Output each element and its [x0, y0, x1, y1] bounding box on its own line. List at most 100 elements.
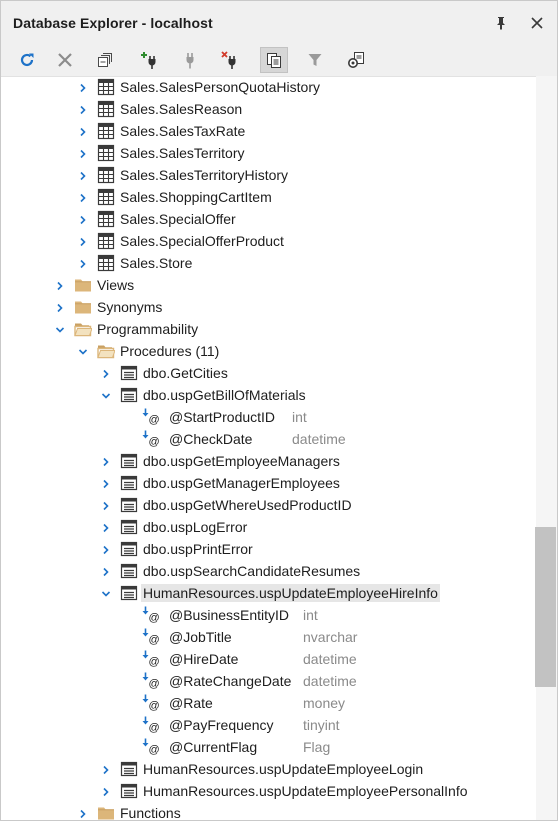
procedure-icon — [120, 782, 138, 800]
svg-text:@: @ — [149, 414, 160, 426]
tree-item-label: Programmability — [97, 321, 199, 337]
tree-item[interactable]: Programmability — [1, 318, 536, 340]
folder-open-icon — [97, 342, 116, 360]
tree-item[interactable]: HumanResources.uspUpdateEmployeePersonal… — [1, 780, 536, 802]
connect-button[interactable] — [176, 47, 204, 73]
chevron-right-icon[interactable] — [77, 191, 89, 203]
tree-item-label: Sales.Store — [120, 255, 193, 271]
chevron-right-icon[interactable] — [100, 543, 112, 555]
chevron-right-icon[interactable] — [54, 301, 66, 313]
scrollbar-thumb[interactable] — [535, 527, 556, 687]
vertical-scrollbar[interactable] — [536, 76, 557, 820]
tree-item[interactable]: Synonyms — [1, 296, 536, 318]
chevron-down-icon[interactable] — [100, 587, 112, 599]
tree-item[interactable]: Sales.SalesTerritory — [1, 142, 536, 164]
svg-text:@: @ — [149, 744, 160, 756]
tree-item[interactable]: @ @PayFrequency tinyint — [1, 714, 536, 736]
tree-item[interactable]: Sales.SalesReason — [1, 98, 536, 120]
chevron-right-icon[interactable] — [100, 521, 112, 533]
tree-item-label: dbo.GetCities — [143, 365, 228, 381]
tree-item-label: @HireDate — [169, 651, 239, 667]
chevron-right-icon[interactable] — [100, 499, 112, 511]
chevron-down-icon[interactable] — [77, 345, 89, 357]
filter-button[interactable] — [301, 47, 329, 73]
tree-item-label: dbo.uspSearchCandidateResumes — [143, 563, 361, 579]
chevron-right-icon[interactable] — [77, 257, 89, 269]
tree-item-label: @PayFrequency — [169, 717, 274, 733]
chevron-right-icon[interactable] — [77, 213, 89, 225]
plug-icon — [180, 50, 200, 70]
tree-item[interactable]: dbo.uspPrintError — [1, 538, 536, 560]
tree-item[interactable]: dbo.GetCities — [1, 362, 536, 384]
tree-item[interactable]: @ @BusinessEntityID int — [1, 604, 536, 626]
chevron-right-icon[interactable] — [77, 169, 89, 181]
chevron-right-icon[interactable] — [77, 807, 89, 819]
tree-item[interactable]: dbo.uspGetManagerEmployees — [1, 472, 536, 494]
refresh-button[interactable] — [13, 47, 41, 73]
chevron-right-icon[interactable] — [100, 455, 112, 467]
tree-item[interactable]: Functions — [1, 802, 536, 820]
tree-item[interactable]: HumanResources.uspUpdateEmployeeHireInfo — [1, 582, 536, 604]
chevron-right-icon[interactable] — [100, 763, 112, 775]
show-details-button[interactable] — [260, 47, 288, 73]
delete-button[interactable] — [51, 47, 79, 73]
procedure-icon — [120, 496, 138, 514]
tree-item[interactable]: Sales.SalesTerritoryHistory — [1, 164, 536, 186]
pin-icon[interactable] — [490, 12, 512, 34]
chevron-right-icon[interactable] — [77, 147, 89, 159]
chevron-right-icon[interactable] — [100, 367, 112, 379]
chevron-down-icon[interactable] — [100, 389, 112, 401]
collapse-icon — [97, 52, 113, 68]
procedure-icon — [120, 452, 138, 470]
tree-item[interactable]: @ @JobTitle nvarchar — [1, 626, 536, 648]
chevron-right-icon[interactable] — [77, 103, 89, 115]
tree-item[interactable]: Views — [1, 274, 536, 296]
table-icon — [97, 232, 115, 250]
new-connection-button[interactable] — [137, 47, 165, 73]
disconnect-button[interactable] — [217, 47, 245, 73]
chevron-down-icon[interactable] — [54, 323, 66, 335]
tree-item[interactable]: Sales.ShoppingCartItem — [1, 186, 536, 208]
parameter-icon: @ — [142, 650, 160, 668]
tree-item[interactable]: @ @CurrentFlag Flag — [1, 736, 536, 758]
tree-item[interactable]: dbo.uspGetWhereUsedProductID — [1, 494, 536, 516]
tree-item[interactable]: Procedures (11) — [1, 340, 536, 362]
properties-button[interactable] — [342, 47, 370, 73]
tree-item[interactable]: @ @Rate money — [1, 692, 536, 714]
tree-item[interactable]: @ @CheckDate datetime — [1, 428, 536, 450]
tree-item[interactable]: dbo.uspLogError — [1, 516, 536, 538]
tree-item-label: Procedures (11) — [120, 343, 220, 359]
tree-item[interactable]: Sales.SalesTaxRate — [1, 120, 536, 142]
tree-item[interactable]: dbo.uspSearchCandidateResumes — [1, 560, 536, 582]
tree-item[interactable]: @ @RateChangeDate datetime — [1, 670, 536, 692]
tree-item[interactable]: Sales.SpecialOffer — [1, 208, 536, 230]
tree-item[interactable]: HumanResources.uspUpdateEmployeeLogin — [1, 758, 536, 780]
folder-icon — [97, 804, 115, 820]
tree-item[interactable]: @ @HireDate datetime — [1, 648, 536, 670]
parameter-type: tinyint — [303, 717, 340, 733]
parameter-type: int — [292, 409, 307, 425]
collapse-all-button[interactable] — [91, 47, 119, 73]
tree-item[interactable]: @ @StartProductID int — [1, 406, 536, 428]
tree-item[interactable]: Sales.SpecialOfferProduct — [1, 230, 536, 252]
chevron-right-icon[interactable] — [100, 477, 112, 489]
tree-item[interactable]: dbo.uspGetBillOfMaterials — [1, 384, 536, 406]
tree-item[interactable]: Sales.SalesPersonQuotaHistory — [1, 76, 536, 98]
tree-item-label: @JobTitle — [169, 629, 232, 645]
svg-text:@: @ — [149, 634, 160, 646]
chevron-right-icon[interactable] — [77, 81, 89, 93]
tree-item-label: @Rate — [169, 695, 213, 711]
filter-icon — [307, 52, 323, 68]
tree-item[interactable]: Sales.Store — [1, 252, 536, 274]
chevron-right-icon[interactable] — [54, 279, 66, 291]
svg-text:@: @ — [149, 436, 160, 448]
object-tree: Sales.SalesPersonQuotaHistory Sales.Sales… — [1, 76, 536, 820]
tree-item-label: Sales.SalesTaxRate — [120, 123, 246, 139]
tree-item[interactable]: dbo.uspGetEmployeeManagers — [1, 450, 536, 472]
close-icon[interactable] — [526, 12, 548, 34]
chevron-right-icon[interactable] — [100, 565, 112, 577]
parameter-type: int — [303, 607, 318, 623]
chevron-right-icon[interactable] — [77, 125, 89, 137]
chevron-right-icon[interactable] — [100, 785, 112, 797]
chevron-right-icon[interactable] — [77, 235, 89, 247]
